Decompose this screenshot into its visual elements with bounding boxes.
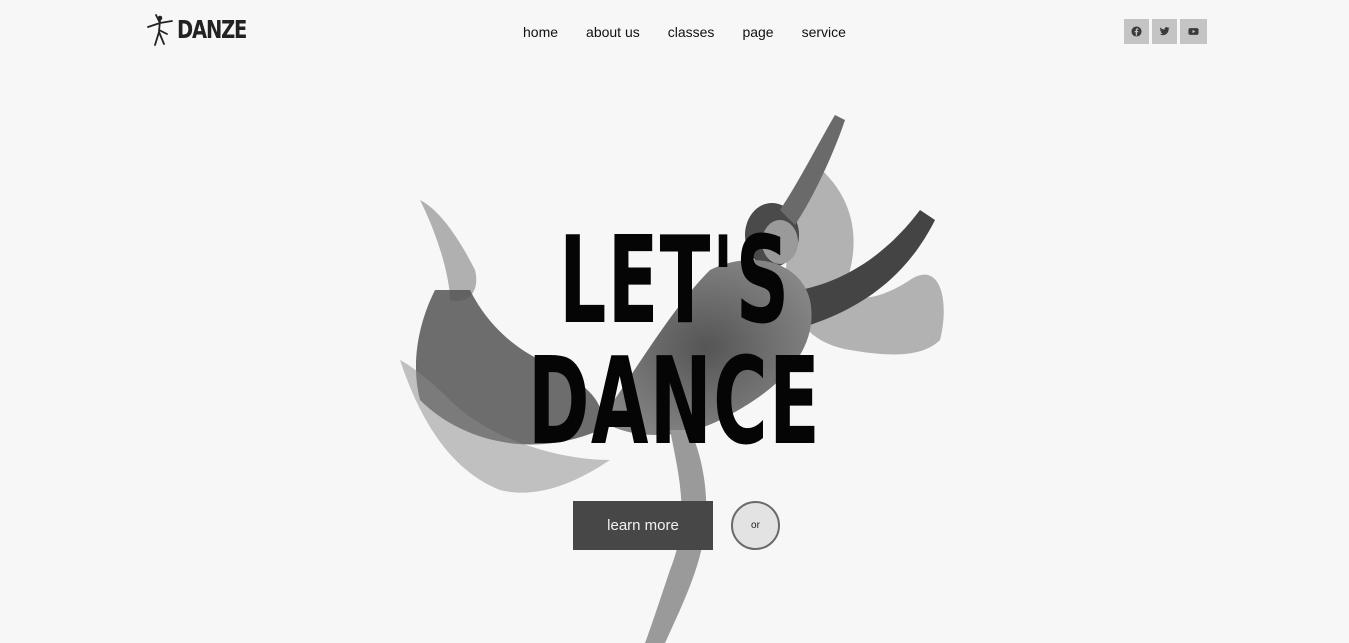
main-nav: home about us classes page service xyxy=(509,22,860,42)
youtube-icon xyxy=(1188,28,1199,35)
social-links xyxy=(1124,19,1207,44)
hero-heading-line1-text: LET'S xyxy=(558,212,791,351)
or-circle-button[interactable]: or xyxy=(731,501,780,550)
youtube-button[interactable] xyxy=(1180,19,1207,44)
nav-item-about-us[interactable]: about us xyxy=(572,22,654,42)
page: DANZE home about us classes page service xyxy=(0,0,1349,643)
twitter-button[interactable] xyxy=(1152,19,1177,44)
dancer-icon xyxy=(147,14,173,46)
facebook-icon xyxy=(1131,26,1142,37)
hero-heading-line2: DANCE xyxy=(0,343,1349,463)
hero-heading-line2-text: DANCE xyxy=(527,333,822,472)
brand-name: DANZE xyxy=(177,14,247,44)
brand-logo[interactable]: DANZE xyxy=(145,12,266,46)
facebook-button[interactable] xyxy=(1124,19,1149,44)
twitter-icon xyxy=(1159,27,1170,36)
learn-more-button[interactable]: learn more xyxy=(573,501,713,550)
nav-item-classes[interactable]: classes xyxy=(654,22,729,42)
nav-item-home[interactable]: home xyxy=(509,22,572,42)
nav-item-page[interactable]: page xyxy=(728,22,787,42)
hero-heading-line1: LET'S xyxy=(0,222,1349,342)
nav-item-service[interactable]: service xyxy=(788,22,860,42)
